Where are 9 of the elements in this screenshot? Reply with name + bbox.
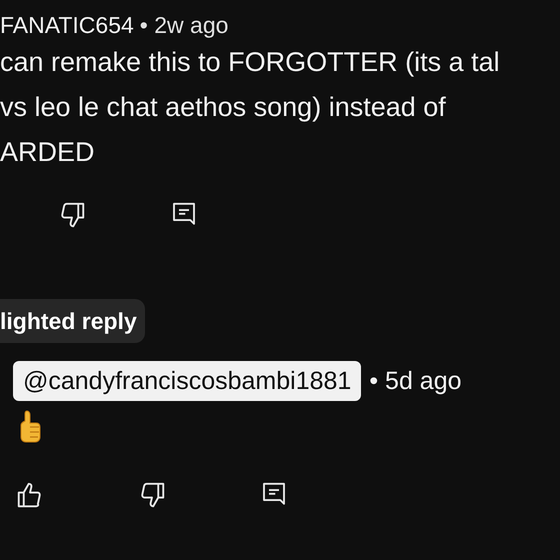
comment-text: ARDED	[0, 136, 96, 169]
comment-time: • 2w ago	[140, 11, 228, 40]
highlighted-reply-label: lighted reply	[0, 299, 145, 343]
comment-text: can remake this to FORGOTTER (its a tal	[0, 46, 501, 79]
thumbs-up-emoji-icon	[18, 409, 42, 443]
comment-author[interactable]: FANATIC654	[0, 10, 134, 40]
comment-text: vs leo le chat aethos song) instead of	[0, 91, 447, 124]
reply-time: • 5d ago	[369, 366, 462, 396]
reply-author-mention[interactable]: @candyfranciscosbambi1881	[13, 361, 362, 401]
